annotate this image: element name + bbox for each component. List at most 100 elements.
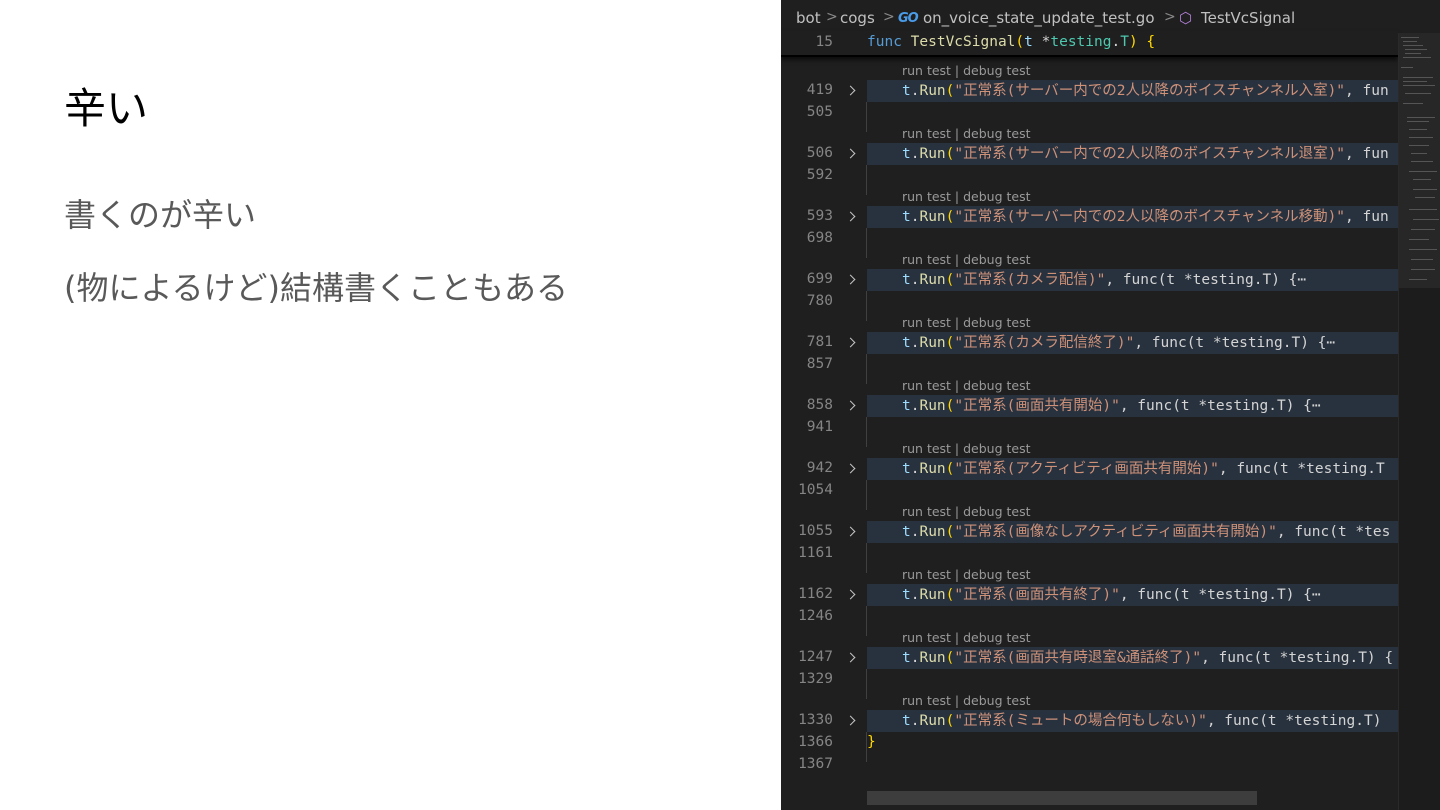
chevron-right-icon[interactable] (846, 590, 856, 600)
indent-guide (866, 228, 867, 258)
chevron-right-icon[interactable] (846, 338, 856, 348)
folded-code-line[interactable]: t.Run("正常系(カメラ配信終了)", func(t *testing.T)… (867, 332, 1398, 354)
minimap-line (1411, 153, 1427, 154)
chevron-right-icon[interactable] (846, 464, 856, 474)
line-number: 1247 (798, 649, 833, 665)
indent-guide (866, 480, 867, 510)
minimap-line (1409, 279, 1427, 280)
method-cube-icon: ⬡ (1179, 9, 1193, 27)
minimap-line (1413, 189, 1437, 190)
line-number: 858 (806, 397, 833, 413)
slide-title: 辛い (64, 84, 149, 133)
breadcrumb-item-symbol[interactable]: TestVcSignal (1201, 9, 1295, 27)
minimap-line (1411, 229, 1435, 230)
line-number: 506 (806, 145, 833, 161)
minimap-line (1411, 269, 1435, 270)
line-number: 593 (806, 208, 833, 224)
folded-code-line[interactable]: t.Run("正常系(画面共有時退室&通話終了)", func(t *testi… (867, 647, 1398, 669)
line-number: 592 (806, 167, 833, 183)
minimap-line (1401, 37, 1419, 38)
indent-guide (866, 291, 867, 321)
minimap-line (1415, 197, 1435, 198)
codelens-run-debug[interactable]: run test | debug test (902, 315, 1031, 330)
codelens-run-debug[interactable]: run test | debug test (902, 630, 1031, 645)
minimap-line (1401, 67, 1413, 68)
slide-bullet: (物によるけど)結構書くこともある (64, 269, 569, 307)
closing-brace: } (867, 734, 876, 750)
breadcrumb-item-file[interactable]: on_voice_state_update_test.go (923, 9, 1155, 27)
folded-code-line[interactable]: t.Run("正常系(サーバー内での2人以降のボイスチャンネル退室)", fun (867, 143, 1398, 165)
indent-guide (866, 165, 867, 195)
codelens-run-debug[interactable]: run test | debug test (902, 693, 1031, 708)
breadcrumb-separator: > (1164, 9, 1176, 25)
minimap-line (1403, 81, 1427, 82)
breadcrumb-item-bot[interactable]: bot (796, 9, 821, 27)
sticky-code-line: func TestVcSignal(t *testing.T) { (867, 34, 1156, 50)
codelens-run-debug[interactable]: run test | debug test (902, 252, 1031, 267)
line-number: 698 (806, 230, 833, 246)
folded-code-line[interactable]: t.Run("正常系(画面共有開始)", func(t *testing.T) … (867, 395, 1398, 417)
indent-guide (866, 417, 867, 447)
chevron-right-icon[interactable] (846, 86, 856, 96)
chevron-right-icon[interactable] (846, 653, 856, 663)
minimap-line (1409, 239, 1429, 240)
codelens-run-debug[interactable]: run test | debug test (902, 378, 1031, 393)
minimap-line (1409, 249, 1437, 250)
indent-guide (866, 354, 867, 384)
slide-bullet: 書くのが辛い (64, 196, 257, 234)
line-number: 1162 (798, 586, 833, 602)
folded-code-line[interactable]: t.Run("正常系(ミュートの場合何もしない)", func(t *testi… (867, 710, 1398, 732)
indent-guide (866, 606, 867, 636)
minimap-line (1403, 103, 1423, 104)
line-number: 1246 (798, 608, 833, 624)
folded-code-line[interactable]: t.Run("正常系(アクティビティ画面共有開始)", func(t *test… (867, 458, 1398, 480)
chevron-right-icon[interactable] (846, 212, 856, 222)
horizontal-scrollbar[interactable] (867, 791, 1257, 805)
minimap-line (1405, 53, 1421, 54)
folded-code-line[interactable]: t.Run("正常系(カメラ配信)", func(t *testing.T) {… (867, 269, 1398, 291)
line-number: 1366 (798, 734, 833, 750)
chevron-right-icon[interactable] (846, 275, 856, 285)
line-number: 699 (806, 271, 833, 287)
minimap-line (1409, 171, 1437, 172)
line-number: 505 (806, 104, 833, 120)
minimap-line (1409, 129, 1427, 130)
line-number: 942 (806, 460, 833, 476)
line-number: 1329 (798, 671, 833, 687)
line-number: 419 (806, 82, 833, 98)
line-number: 15 (815, 34, 833, 50)
codelens-run-debug[interactable]: run test | debug test (902, 63, 1031, 78)
line-number: 781 (806, 334, 833, 350)
line-number: 941 (806, 419, 833, 435)
sticky-scroll-header[interactable]: 15 func TestVcSignal(t *testing.T) { (781, 31, 1398, 57)
indent-guide (866, 543, 867, 573)
codelens-run-debug[interactable]: run test | debug test (902, 126, 1031, 141)
minimap-line (1409, 137, 1433, 138)
minimap-line (1405, 93, 1431, 94)
minimap-line (1411, 161, 1433, 162)
breadcrumb-item-cogs[interactable]: cogs (840, 9, 875, 27)
line-number: 1054 (798, 482, 833, 498)
minimap-line (1413, 219, 1439, 220)
minimap-line (1407, 117, 1435, 118)
chevron-right-icon[interactable] (846, 716, 856, 726)
chevron-right-icon[interactable] (846, 527, 856, 537)
folded-code-line[interactable]: t.Run("正常系(画像なしアクティビティ画面共有開始)", func(t *… (867, 521, 1398, 543)
folded-code-line[interactable]: t.Run("正常系(サーバー内での2人以降のボイスチャンネル入室)", fun (867, 80, 1398, 102)
chevron-right-icon[interactable] (846, 401, 856, 411)
line-number: 1055 (798, 523, 833, 539)
codelens-run-debug[interactable]: run test | debug test (902, 567, 1031, 582)
breadcrumb-separator: > (826, 9, 838, 25)
codelens-run-debug[interactable]: run test | debug test (902, 504, 1031, 519)
breadcrumb-separator: > (883, 9, 895, 25)
indent-guide (866, 669, 867, 699)
folded-code-line[interactable]: t.Run("正常系(画面共有終了)", func(t *testing.T) … (867, 584, 1398, 606)
codelens-run-debug[interactable]: run test | debug test (902, 441, 1031, 456)
line-number: 1161 (798, 545, 833, 561)
minimap[interactable] (1398, 33, 1440, 810)
codelens-run-debug[interactable]: run test | debug test (902, 189, 1031, 204)
indent-guide (866, 102, 867, 132)
chevron-right-icon[interactable] (846, 149, 856, 159)
code-editor: bot > cogs > GO on_voice_state_update_te… (781, 0, 1440, 810)
folded-code-line[interactable]: t.Run("正常系(サーバー内での2人以降のボイスチャンネル移動)", fun (867, 206, 1398, 228)
